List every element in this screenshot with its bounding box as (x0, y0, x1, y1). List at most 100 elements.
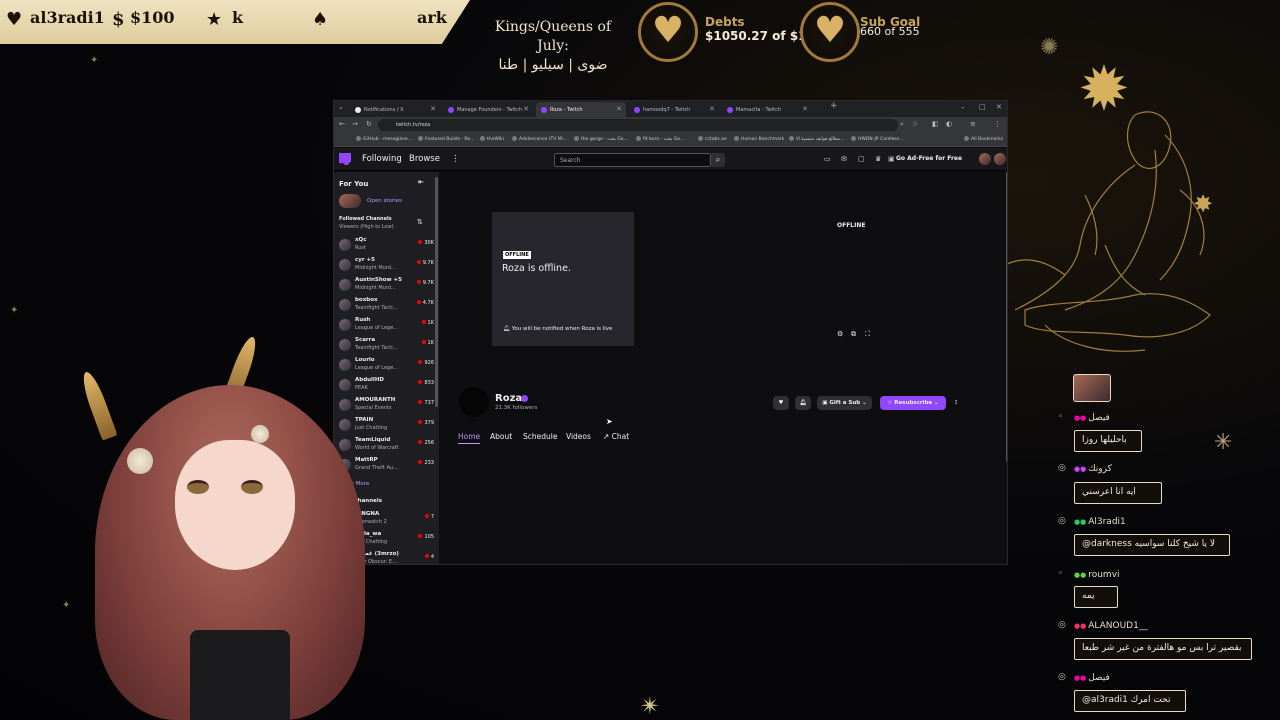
badge-icon: ●● (1074, 414, 1087, 422)
twitch-logo-icon[interactable] (339, 153, 351, 165)
inbox-icon[interactable]: ✉ (841, 155, 847, 163)
badge-icon: ●● (1074, 674, 1087, 682)
resubscribe-button[interactable]: ☆ Resubscribe ⌄ (880, 396, 946, 410)
new-tab-button[interactable]: + (830, 101, 838, 111)
channel-item[interactable]: cyr +5 Midnight Murd... 9.7K (334, 255, 434, 275)
close-icon[interactable]: ✕ (616, 105, 622, 113)
channel-item[interactable]: boxbox Teamfight Tacti... 4.7K (334, 295, 434, 315)
settings-icon[interactable]: ⚙ (837, 330, 843, 338)
search-input[interactable]: Search (554, 153, 711, 167)
offline-notify-text: 🔔︎ You will be notified when Roza is liv… (503, 326, 612, 332)
chat-message: @al3radi1 تحت امرك (1074, 690, 1186, 712)
chat-message: باحليلها روزا (1074, 430, 1142, 452)
browser-tab[interactable]: hamoodq7 - Twitch ✕ (629, 102, 719, 117)
bookmark-item[interactable]: cctabs.ae (698, 136, 727, 142)
channel-game: Midnight Murd... (355, 285, 396, 291)
offline-title: Roza is offline. (502, 263, 571, 274)
stories-avatar[interactable] (339, 194, 361, 208)
follow-heart-button[interactable]: ♥ (773, 396, 789, 410)
minimize-button[interactable]: – (961, 103, 965, 111)
go-ad-free-button[interactable]: Go Ad-Free for Free (896, 155, 962, 162)
chat-username: ●● فيصل (1074, 673, 1110, 683)
username-text: فيصل (1088, 673, 1110, 683)
viewer-count: 9.7K (417, 260, 434, 266)
channel-item[interactable]: xQc Rust 30K (334, 235, 434, 255)
viewer-count: 926 (418, 360, 434, 366)
crown-icon[interactable]: ♛ (875, 155, 881, 163)
forward-icon[interactable]: → (352, 120, 358, 128)
viewer-count: 9.7K (417, 280, 434, 286)
tab-chat[interactable]: ↗ Chat (603, 432, 629, 441)
badge-icon: ◦ (1058, 569, 1064, 579)
zoom-icon[interactable]: ⌕ (900, 120, 904, 129)
extension-icon[interactable]: ◧ (932, 120, 939, 128)
bookmark-star-icon[interactable]: ☆ (912, 120, 918, 128)
more-icon[interactable]: ⋮ (451, 154, 460, 164)
badge-icon: ◎ (1058, 463, 1066, 473)
nav-following[interactable]: Following (362, 154, 402, 164)
extension-icon[interactable]: ◐ (946, 120, 952, 128)
whispers-icon[interactable]: ▢ (858, 155, 865, 163)
gift-sub-button[interactable]: ▣ Gift a Sub ⌄ (817, 396, 872, 410)
sort-icon[interactable]: ⇅ (417, 218, 423, 226)
browser-tab[interactable]: Notifications / X ✕ (350, 102, 440, 117)
theatre-mode-icon[interactable]: ⧉ (851, 330, 856, 339)
viewer-count: 1K (422, 340, 434, 346)
tab-schedule[interactable]: Schedule (523, 432, 557, 441)
browser-tab[interactable]: Mamacita - Twitch ✕ (722, 102, 812, 117)
chat-message: ايه انا اعرسني (1074, 482, 1162, 504)
close-icon[interactable]: ✕ (802, 105, 808, 113)
bookmarks-bar: GitHub - mesogiane... Featured Builds - … (334, 133, 1007, 147)
bookmark-item[interactable]: Human Benchmark (734, 136, 784, 142)
drops-icon[interactable]: ▭ (824, 155, 831, 163)
channel-item[interactable]: AustinShow +5 Midnight Murd... 9.7K (334, 275, 434, 295)
chat-username: ●● كرونك (1074, 464, 1112, 474)
url-field[interactable]: twitch.tv/roza (378, 119, 898, 131)
tab-home[interactable]: Home (458, 432, 481, 444)
verified-icon (521, 395, 528, 402)
follower-count: 21.3K followers (495, 405, 538, 411)
browser-tab-active[interactable]: Roza - Twitch ✕ (536, 102, 626, 117)
tab-search-icon[interactable]: ⌄ (338, 103, 344, 111)
stream-overlay: ✦ ✦ ✦ ✺ ✹ ✸ ✳ ✴ ♥ al3radi1 $ $100 ★ k ♠ … (0, 0, 1280, 720)
main-scrollbar[interactable] (1006, 172, 1007, 462)
sidebar-scrollbar[interactable] (435, 177, 438, 407)
menu-icon[interactable]: ⋮ (994, 120, 1001, 128)
bookmark-item[interactable]: fit born - بحث Go... (636, 136, 684, 142)
close-icon[interactable]: ✕ (430, 105, 436, 113)
star-decoration: ✺ (1040, 35, 1059, 60)
browser-tab[interactable]: Manage Founders - Twitch ✕ (443, 102, 533, 117)
bookmark-item[interactable]: مطالع هواتف منتشية الا... (789, 136, 844, 142)
bookmark-item[interactable]: theWiki (480, 136, 504, 142)
badge-icon: ●● (1074, 622, 1087, 630)
bookmark-item[interactable]: GitHub - mesogiane... (356, 136, 412, 142)
maximize-button[interactable]: □ (979, 103, 986, 111)
notification-bell-button[interactable]: 🔔︎ (795, 396, 811, 410)
close-icon[interactable]: ✕ (523, 105, 529, 113)
back-icon[interactable]: ← (339, 120, 345, 128)
kings-names: ضوى | سيليو | طنا (498, 57, 608, 73)
notifications-avatar[interactable] (979, 153, 991, 165)
bookmark-item[interactable]: HWDN-JP Cordless... (851, 136, 904, 142)
bookmark-item[interactable]: Adolescence (TV Mi... (512, 136, 567, 142)
debts-heart-badge: ♥ (638, 2, 698, 62)
reload-icon[interactable]: ↻ (366, 120, 372, 128)
twitch-topbar: Following Browse ⋮ Search ⌕ ▭ ✉ ▢ ♛ ▣ Go… (334, 148, 1007, 171)
channel-name[interactable]: Roza (495, 393, 522, 404)
user-avatar[interactable] (994, 153, 1006, 165)
bookmark-item[interactable]: the gorge - بحث Go... (574, 136, 628, 142)
all-bookmarks[interactable]: All Bookmarks (964, 136, 1003, 142)
open-stories-link[interactable]: Open stories (367, 198, 402, 204)
tab-videos[interactable]: Videos (566, 432, 591, 441)
close-icon[interactable]: ✕ (709, 105, 715, 113)
fullscreen-icon[interactable]: ⛶ (865, 330, 870, 339)
extension-icon[interactable]: ≡ (970, 120, 976, 128)
bookmark-item[interactable]: Featured Builds - Re... (418, 136, 474, 142)
channel-avatar[interactable] (459, 387, 489, 417)
search-icon[interactable]: ⌕ (711, 153, 725, 167)
close-window-button[interactable]: ✕ (996, 103, 1002, 111)
tab-about[interactable]: About (490, 432, 512, 441)
nav-browse[interactable]: Browse (409, 154, 440, 164)
more-options-icon[interactable]: ⋮ (951, 396, 961, 410)
collapse-icon[interactable]: ⇤ (418, 178, 424, 186)
